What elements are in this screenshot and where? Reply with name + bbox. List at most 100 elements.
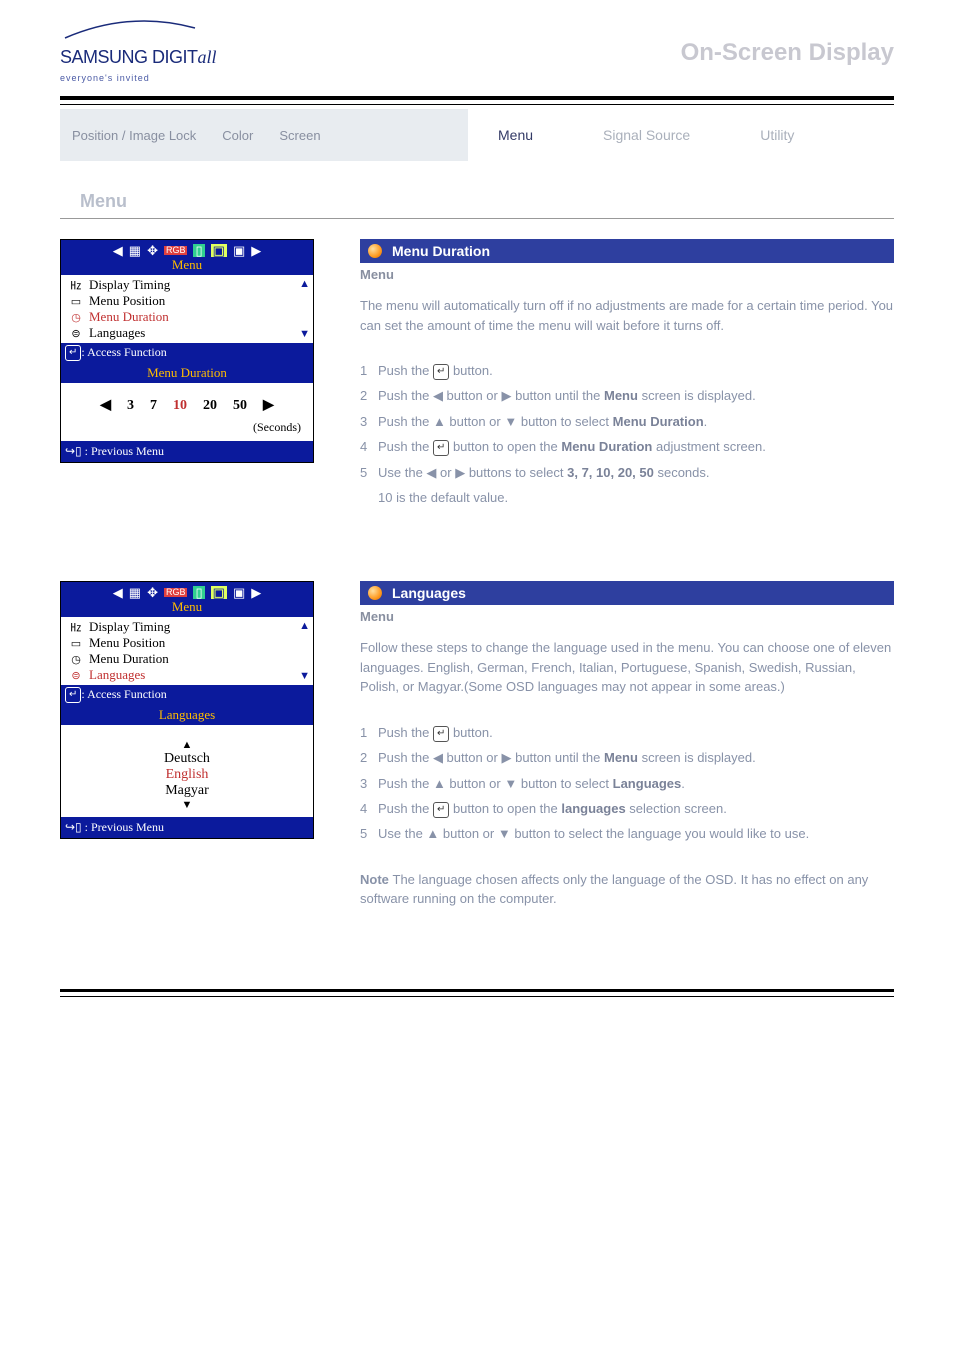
exit-icon: ↪▯ bbox=[65, 444, 82, 458]
osd-item: Display Timing bbox=[89, 277, 170, 293]
access-label: : Access Function bbox=[81, 345, 166, 359]
triangle-down-icon: ▼ bbox=[182, 799, 193, 811]
section-heading: Menu bbox=[80, 191, 894, 212]
divider bbox=[60, 104, 894, 105]
logo-tagline: everyone's invited bbox=[60, 73, 150, 83]
duration-option-selected: 10 bbox=[173, 398, 187, 414]
previous-menu-label: : Previous Menu bbox=[82, 820, 164, 834]
osd-title: Menu bbox=[172, 257, 202, 273]
menu-label: Menu bbox=[360, 263, 894, 286]
osd-item-selected: Languages bbox=[89, 667, 145, 683]
osd-item: Menu Position bbox=[89, 635, 165, 651]
scroll-down-icon: ▼ bbox=[299, 670, 310, 682]
clock-icon: ◷ bbox=[69, 311, 83, 324]
duration-option: 7 bbox=[150, 398, 157, 414]
position-small-icon: ▭ bbox=[69, 295, 83, 308]
logo-swoosh-icon bbox=[60, 20, 200, 42]
language-option: Magyar bbox=[165, 783, 209, 799]
previous-menu-label: : Previous Menu bbox=[82, 444, 164, 458]
triangle-left-icon: ◀ bbox=[433, 750, 443, 765]
page-title: On-Screen Display bbox=[681, 39, 894, 67]
source-icon: ▣ bbox=[233, 244, 245, 257]
target-icon: ✥ bbox=[147, 244, 158, 257]
instruction-steps: 1Push the ↵ button. 2Push the ◀ button o… bbox=[360, 721, 894, 846]
clock-icon: ◷ bbox=[69, 653, 83, 666]
osd-panel: ◀ ▦ ✥ RGB ▯ ▣ ▣ ▶ Menu ▲ ㎐Display Timing… bbox=[60, 239, 314, 463]
triangle-down-icon: ▼ bbox=[504, 776, 517, 791]
tab-utility[interactable]: Utility bbox=[760, 127, 794, 143]
divider bbox=[60, 218, 894, 219]
osd-subtitle: Menu Duration bbox=[61, 363, 313, 383]
hz-icon: ㎐ bbox=[69, 619, 83, 635]
language-option: Deutsch bbox=[164, 751, 210, 767]
menu-label: Menu bbox=[360, 605, 894, 628]
bullet-icon bbox=[368, 244, 382, 258]
triangle-up-icon: ▲ bbox=[426, 826, 439, 841]
tab-color[interactable]: Color bbox=[222, 128, 253, 143]
enter-icon: ↵ bbox=[433, 726, 449, 742]
triangle-down-icon: ▼ bbox=[498, 826, 511, 841]
enter-icon: ↵ bbox=[65, 687, 81, 703]
divider bbox=[60, 989, 894, 992]
note-label: Note bbox=[360, 872, 389, 887]
triangle-right-icon: ▶ bbox=[251, 244, 261, 257]
osd-item: Languages bbox=[89, 325, 145, 341]
rgb-icon: RGB bbox=[164, 246, 188, 255]
position-icon: ▦ bbox=[129, 586, 141, 599]
tab-screen[interactable]: Screen bbox=[279, 128, 320, 143]
triangle-left-icon: ◀ bbox=[113, 244, 123, 257]
osd-subtitle: Languages bbox=[61, 705, 313, 725]
seconds-label: (Seconds) bbox=[67, 420, 307, 435]
language-option-selected: English bbox=[166, 767, 209, 783]
osd-item: Menu Duration bbox=[89, 651, 169, 667]
duration-option: 20 bbox=[203, 398, 217, 414]
scroll-up-icon: ▲ bbox=[299, 278, 310, 290]
exit-icon: ↪▯ bbox=[65, 820, 82, 834]
triangle-right-icon: ▶ bbox=[501, 750, 511, 765]
note-block: Note The language chosen affects only th… bbox=[360, 870, 894, 909]
triangle-right-icon: ▶ bbox=[501, 388, 511, 403]
triangle-left-icon: ◀ bbox=[100, 397, 111, 414]
scroll-down-icon: ▼ bbox=[299, 328, 310, 340]
divider bbox=[60, 96, 894, 100]
enter-icon: ↵ bbox=[65, 345, 81, 361]
hz-icon: ㎐ bbox=[69, 277, 83, 293]
tab-signal-source[interactable]: Signal Source bbox=[603, 127, 690, 143]
scroll-up-icon: ▲ bbox=[299, 620, 310, 632]
instruction-steps: 1Push the ↵ button. 2Push the ◀ button o… bbox=[360, 359, 894, 509]
position-icon: ▦ bbox=[129, 244, 141, 257]
position-small-icon: ▭ bbox=[69, 637, 83, 650]
feature-description: Follow these steps to change the languag… bbox=[360, 638, 894, 697]
tab-bar: Position / Image Lock Color Screen Menu … bbox=[60, 109, 894, 161]
bullet-icon bbox=[368, 586, 382, 600]
triangle-left-icon: ◀ bbox=[113, 586, 123, 599]
enter-icon: ↵ bbox=[433, 440, 449, 456]
feature-title: Languages bbox=[392, 585, 466, 601]
access-label: : Access Function bbox=[81, 687, 166, 701]
tab-menu[interactable]: Menu bbox=[498, 127, 533, 143]
tab-position[interactable]: Position / Image Lock bbox=[72, 128, 196, 143]
divider bbox=[60, 996, 894, 997]
osd-title: Menu bbox=[172, 599, 202, 615]
screen-icon: ▯ bbox=[193, 586, 204, 599]
osd-panel: ◀ ▦ ✥ RGB ▯ ▣ ▣ ▶ Menu ▲ ㎐Display Timing… bbox=[60, 581, 314, 839]
note-text: The language chosen affects only the lan… bbox=[360, 872, 868, 907]
triangle-up-icon: ▲ bbox=[433, 776, 446, 791]
osd-item: Menu Position bbox=[89, 293, 165, 309]
target-icon: ✥ bbox=[147, 586, 158, 599]
rgb-icon: RGB bbox=[164, 588, 188, 597]
logo-text: SAMSUNG DIGIT bbox=[60, 47, 198, 67]
feature-description: The menu will automatically turn off if … bbox=[360, 296, 894, 335]
screen-icon: ▯ bbox=[193, 244, 204, 257]
triangle-right-icon: ▶ bbox=[263, 397, 274, 414]
duration-option: 3 bbox=[127, 398, 134, 414]
triangle-up-icon: ▲ bbox=[182, 739, 193, 751]
osd-item: Display Timing bbox=[89, 619, 170, 635]
brand-logo: SAMSUNG DIGITall everyone's invited bbox=[60, 20, 217, 86]
osd-item-selected: Menu Duration bbox=[89, 309, 169, 325]
source-icon: ▣ bbox=[233, 586, 245, 599]
enter-icon: ↵ bbox=[433, 364, 449, 380]
enter-icon: ↵ bbox=[433, 802, 449, 818]
menu-icon: ▣ bbox=[211, 586, 227, 599]
feature-title: Menu Duration bbox=[392, 243, 490, 259]
